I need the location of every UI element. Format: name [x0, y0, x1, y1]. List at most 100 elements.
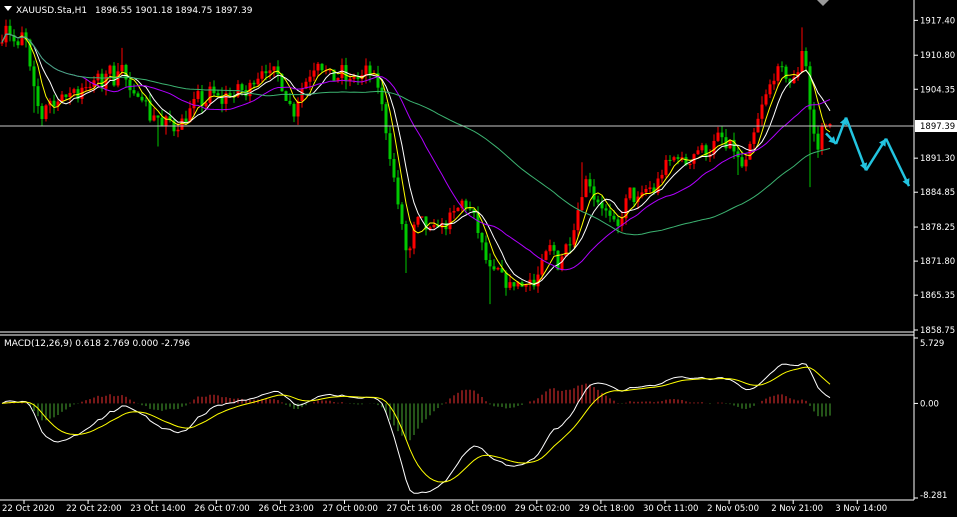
price-tick-label: 1865.35: [920, 291, 955, 301]
candle-body: [464, 200, 468, 209]
price-tick-label: 1891.30: [920, 154, 955, 164]
time-tick-label: 2 Nov 21:00: [771, 504, 823, 514]
price-tick-label: 1910.80: [920, 51, 955, 61]
candle-body: [392, 159, 396, 178]
candle-body: [408, 248, 412, 251]
candle-body: [608, 210, 612, 216]
candle-body: [252, 82, 256, 85]
candle-body: [96, 73, 100, 81]
candle-body: [276, 66, 280, 75]
candle-body: [268, 70, 272, 74]
candle-body: [384, 104, 388, 134]
candle-body: [592, 186, 596, 200]
time-tick-label: 29 Oct 18:00: [579, 504, 634, 514]
candle-body: [352, 77, 356, 79]
macd-header: MACD(12,26,9) 0.618 2.769 0.000 -2.796: [4, 339, 190, 349]
candle-body: [88, 86, 92, 88]
time-tick-label: 22 Oct 2020: [2, 504, 55, 514]
candle-body: [388, 133, 392, 160]
current-price-label: 1897.39: [920, 122, 955, 132]
candle-body: [660, 174, 664, 179]
macd-line: [1, 362, 831, 494]
candle-body: [108, 65, 112, 74]
candle-body: [204, 102, 208, 107]
candle-body: [68, 92, 72, 97]
candle-body: [588, 179, 592, 187]
candle-body: [484, 242, 488, 261]
candle-body: [580, 197, 584, 211]
candle-body: [556, 250, 560, 270]
candle-body: [120, 64, 124, 72]
candle-body: [64, 94, 68, 97]
macd-tick-label: 5.729: [920, 339, 944, 349]
candle-body: [664, 159, 668, 175]
candle-body: [368, 65, 372, 75]
candle-body: [192, 98, 196, 109]
candle-body: [256, 78, 260, 85]
candle-body: [176, 129, 180, 132]
time-tick-label: 23 Oct 14:00: [130, 504, 185, 514]
candle-body: [44, 105, 48, 119]
candle-body: [780, 66, 784, 68]
time-tick-label: 28 Oct 09:00: [451, 504, 506, 514]
candle-body: [720, 132, 724, 138]
candle-body: [152, 115, 156, 121]
candle-body: [292, 103, 296, 117]
candle-body: [316, 63, 320, 71]
candle-body: [308, 76, 312, 82]
price-tick-label: 1858.75: [920, 326, 955, 336]
macd-tick-label: -8.281: [920, 491, 947, 501]
candle-body: [492, 266, 496, 270]
candle-body: [584, 179, 588, 198]
candle-body: [320, 63, 324, 71]
trading-chart[interactable]: 1917.40 1910.80 1904.35 1897.39 1891.30 1884.…: [0, 0, 957, 517]
candle-body: [800, 50, 804, 73]
candle-body: [160, 117, 164, 127]
macd-lines-group: [1, 362, 831, 494]
candle-body: [416, 216, 420, 225]
price-panel[interactable]: 1917.40 1910.80 1904.35 1897.39 1891.30 1884.…: [0, 0, 957, 500]
price-tick-label: 1917.40: [920, 16, 955, 26]
candle-body: [604, 208, 608, 211]
candle-body: [468, 208, 472, 210]
candle-body: [512, 282, 516, 287]
candle-body: [596, 199, 600, 203]
candle-body: [628, 187, 632, 199]
candle-body: [32, 66, 36, 87]
candle-body: [288, 100, 292, 104]
chart-menu-triangle-icon[interactable]: [4, 6, 12, 11]
candle-body: [820, 126, 824, 150]
candle-body: [0, 42, 4, 44]
candle-body: [488, 260, 492, 267]
candle-body: [672, 157, 676, 161]
candle-body: [548, 245, 552, 252]
forecast-arrows-group: [825, 117, 911, 187]
candle-body: [144, 100, 148, 102]
candle-body: [688, 163, 692, 166]
time-tick-label: 27 Oct 16:00: [387, 504, 442, 514]
macd-tick-label: 0.00: [920, 399, 939, 409]
scroll-marker-icon[interactable]: [817, 0, 829, 6]
candle-body: [804, 50, 808, 67]
candle-body: [112, 65, 116, 86]
candle-body: [16, 41, 20, 46]
candle-body: [676, 157, 680, 159]
forecast-segment: [884, 138, 911, 187]
candle-body: [312, 70, 316, 77]
macd-panel[interactable]: 5.729 0.00 -8.281 MACD(12,26,9) 0.618 2.76…: [0, 334, 947, 501]
time-tick-label: 3 Nov 14:00: [835, 504, 887, 514]
candle-body: [260, 71, 264, 79]
candle-body: [700, 145, 704, 151]
candle-body: [496, 268, 500, 270]
candle-body: [72, 89, 76, 93]
candle-body: [540, 259, 544, 275]
candle-body: [184, 118, 188, 123]
symbol-header: XAUUSD.Sta,H1: [16, 6, 87, 16]
candle-body: [632, 187, 636, 202]
time-tick-label: 2 Nov 05:00: [707, 504, 759, 514]
candle-body: [716, 132, 720, 141]
candle-body: [284, 91, 288, 101]
price-tick-label: 1871.80: [920, 257, 955, 267]
candle-body: [760, 104, 764, 119]
candle-body: [784, 66, 788, 79]
